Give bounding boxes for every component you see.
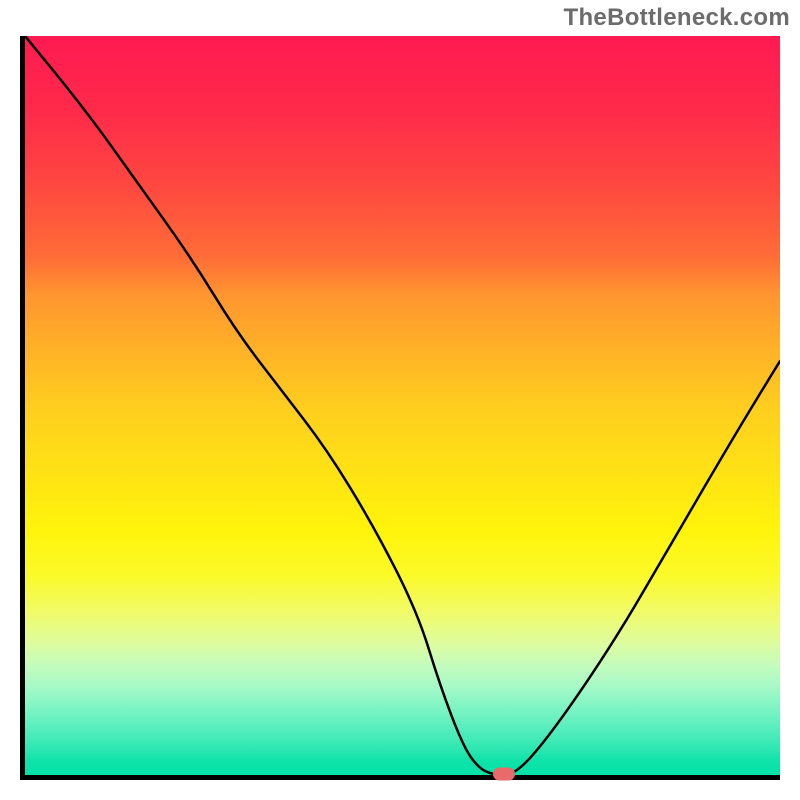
bottleneck-curve [25, 36, 780, 775]
watermark-text: TheBottleneck.com [564, 4, 790, 32]
chart-container: TheBottleneck.com [0, 0, 800, 800]
optimal-marker [493, 768, 515, 781]
plot-area [20, 36, 780, 780]
